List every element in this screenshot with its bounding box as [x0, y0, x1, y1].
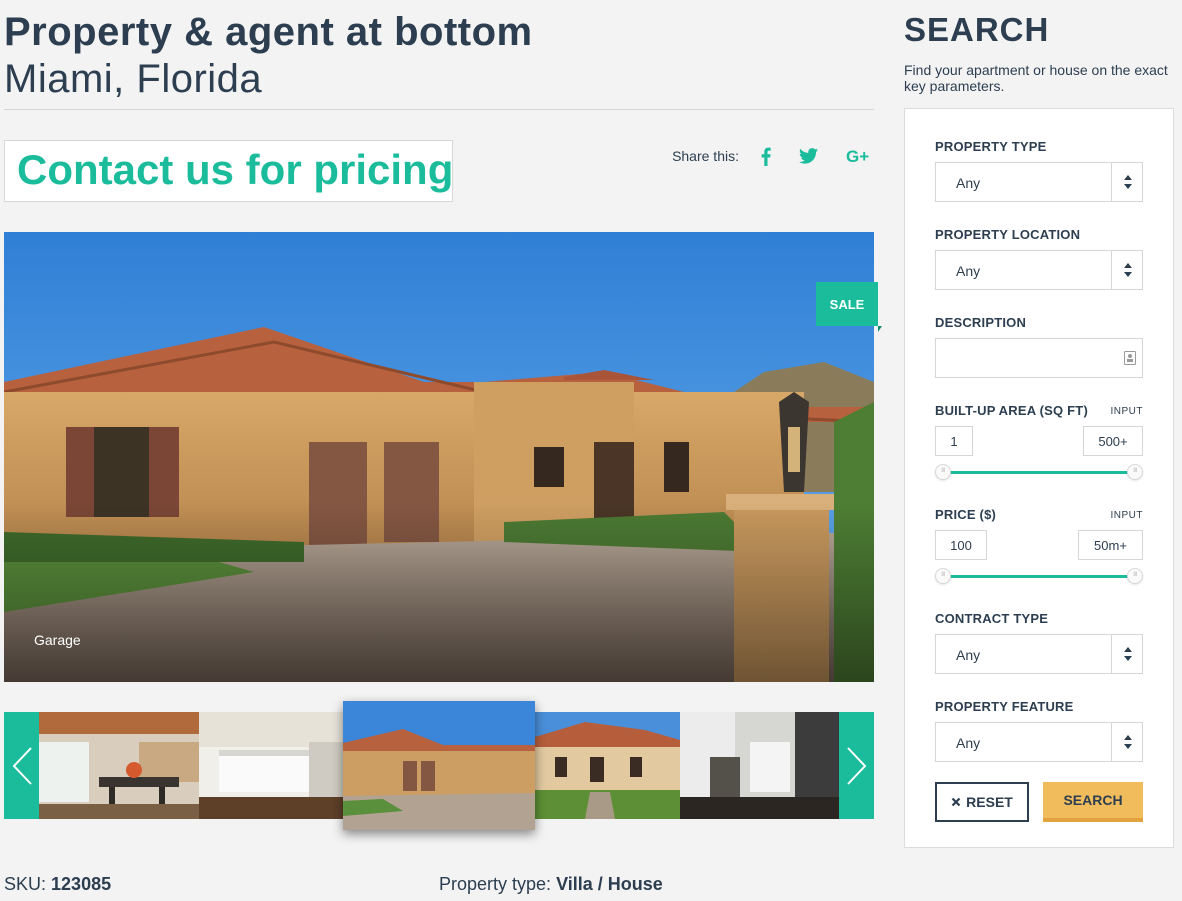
price-label: PRICE ($) — [935, 507, 997, 522]
select-divider — [1111, 723, 1112, 761]
close-icon — [951, 797, 961, 807]
area-min-input[interactable]: 1 — [935, 426, 973, 456]
property-feature-value: Any — [956, 735, 981, 751]
gallery-prev-button[interactable] — [4, 712, 39, 819]
sku-label: SKU: — [4, 874, 47, 894]
search-panel: PROPERTY TYPE Any PROPERTY LOCATION Any … — [904, 108, 1174, 848]
property-type-label: Property type: — [439, 874, 552, 894]
property-feature-label: PROPERTY FEATURE — [935, 699, 1074, 714]
search-description: Find your apartment or house on the exac… — [904, 62, 1168, 94]
listing-location: Miami, Florida — [4, 57, 263, 101]
property-type-value: Villa / House — [556, 874, 663, 894]
sort-caret-icon — [1124, 263, 1132, 277]
area-label: BUILT-UP AREA (SQ FT) — [935, 403, 1088, 418]
search-title: SEARCH — [904, 11, 1050, 48]
thumbnail-modern-kitchen[interactable] — [680, 712, 840, 819]
price-max-handle[interactable] — [1127, 568, 1143, 584]
villa-photo — [4, 232, 874, 682]
description-label: DESCRIPTION — [935, 315, 1027, 330]
property-type-row: Property type: Villa / House — [439, 874, 663, 895]
price-input-toggle[interactable]: INPUT — [1111, 510, 1144, 521]
select-divider — [1111, 163, 1112, 201]
reset-button[interactable]: RESET — [935, 782, 1029, 822]
google-plus-icon[interactable]: G+ — [846, 147, 874, 165]
area-min-handle[interactable] — [935, 464, 951, 480]
select-divider — [1111, 251, 1112, 289]
sale-badge: SALE — [816, 282, 882, 332]
contact-card-icon — [1124, 351, 1136, 365]
thumbnail-kitchen[interactable] — [199, 712, 344, 819]
property-feature-select[interactable]: Any — [935, 722, 1143, 762]
select-divider — [1111, 635, 1112, 673]
sort-caret-icon — [1124, 175, 1132, 189]
thumbnail-strip — [4, 701, 874, 830]
twitter-icon[interactable] — [799, 148, 818, 164]
sku-row: SKU: 123085 — [4, 874, 111, 895]
hero-image[interactable]: Garage — [4, 232, 874, 682]
facebook-icon[interactable] — [761, 147, 771, 166]
description-input[interactable] — [935, 338, 1143, 378]
sku-value: 123085 — [51, 874, 112, 894]
area-max-input[interactable]: 500+ — [1083, 426, 1143, 456]
sort-caret-icon — [1124, 735, 1132, 749]
sort-caret-icon — [1124, 647, 1132, 661]
search-sidebar: SEARCH Find your apartment or house on t… — [904, 0, 1174, 848]
search-label: SEARCH — [1063, 792, 1123, 808]
share-label: Share this: — [672, 148, 739, 164]
chevron-left-icon — [12, 746, 32, 785]
listing-title: Property & agent at bottom — [4, 10, 533, 54]
thumbnail-dining-room[interactable] — [39, 712, 199, 819]
price-box: Contact us for pricing — [4, 140, 453, 202]
price-max-input[interactable]: 50m+ — [1078, 530, 1143, 560]
price-range-track — [943, 575, 1135, 578]
reset-label: RESET — [966, 794, 1013, 810]
contract-type-value: Any — [956, 647, 981, 663]
property-type-select[interactable]: Any — [935, 162, 1143, 202]
area-range-track — [943, 471, 1135, 474]
price-min-handle[interactable] — [935, 568, 951, 584]
area-input-toggle[interactable]: INPUT — [1111, 406, 1144, 417]
thumbnail-mediterranean-house[interactable] — [535, 712, 680, 819]
listing-main: Property & agent at bottom Miami, Florid… — [4, 0, 882, 830]
property-type-value: Any — [956, 175, 981, 191]
chevron-right-icon — [846, 746, 866, 785]
share-bar: Share this: G+ — [672, 143, 874, 169]
image-caption: Garage — [34, 632, 81, 648]
search-button[interactable]: SEARCH — [1043, 782, 1143, 822]
area-max-handle[interactable] — [1127, 464, 1143, 480]
listing-header: Property & agent at bottom Miami, Florid… — [4, 0, 874, 110]
contract-type-select[interactable]: Any — [935, 634, 1143, 674]
price-text: Contact us for pricing — [17, 146, 454, 193]
gallery-next-button[interactable] — [839, 712, 874, 819]
price-min-input[interactable]: 100 — [935, 530, 987, 560]
property-location-label: PROPERTY LOCATION — [935, 227, 1081, 242]
thumbnail-villa-exterior[interactable] — [343, 701, 535, 830]
contract-type-label: CONTRACT TYPE — [935, 611, 1049, 626]
property-location-value: Any — [956, 263, 981, 279]
property-location-select[interactable]: Any — [935, 250, 1143, 290]
svg-text:G+: G+ — [846, 147, 869, 165]
property-type-label: PROPERTY TYPE — [935, 139, 1047, 154]
